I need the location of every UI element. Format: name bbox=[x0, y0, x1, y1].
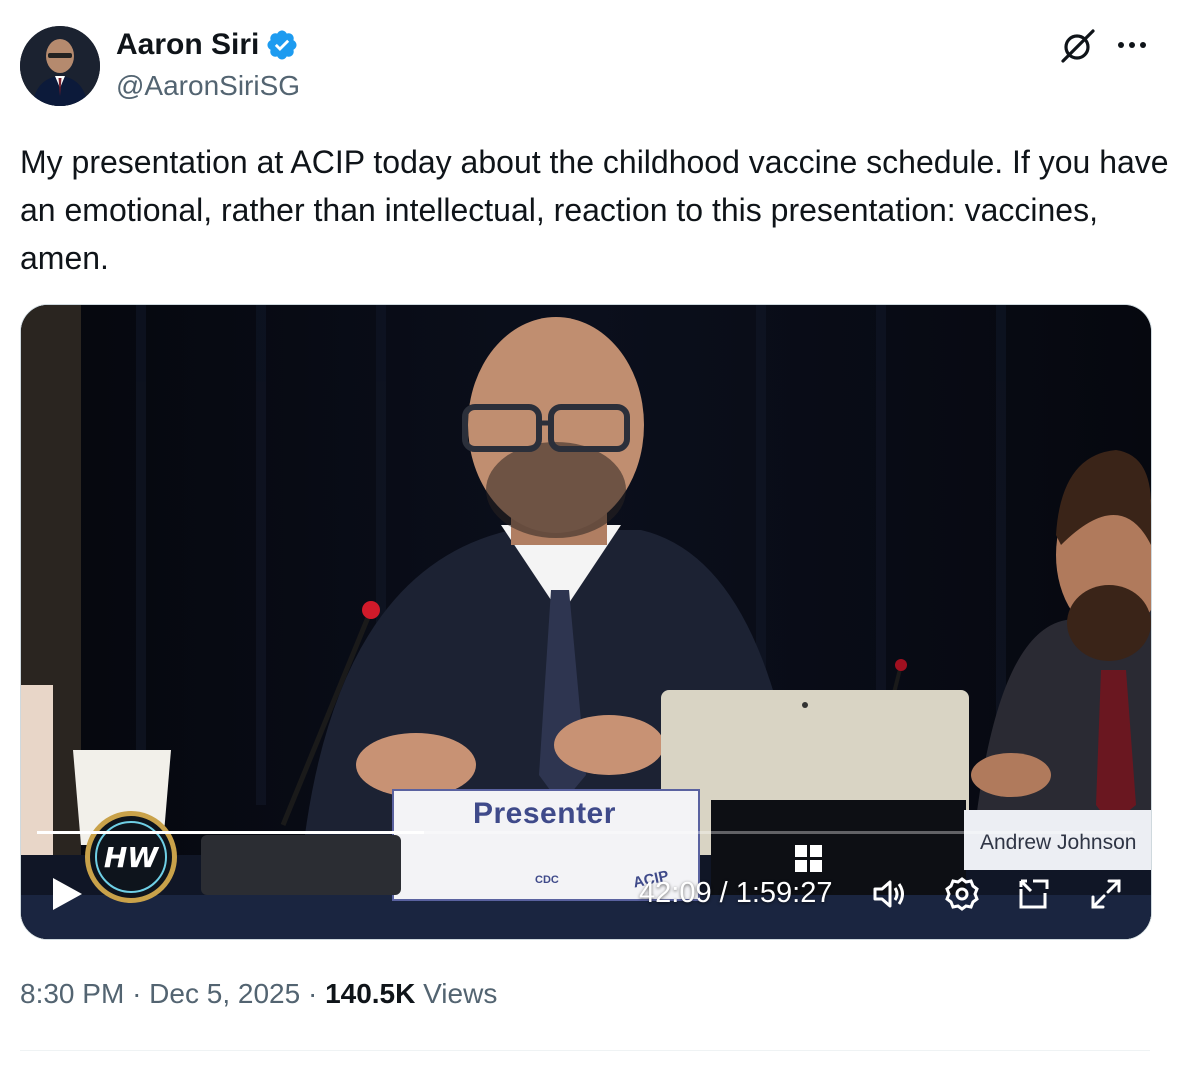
nameplate-text: Andrew Johnson bbox=[980, 831, 1137, 854]
tweet-text: My presentation at ACIP today about the … bbox=[20, 144, 1169, 276]
tweet-meta: 8:30 PM · Dec 5, 2025 · 140.5K Views bbox=[20, 978, 497, 1010]
author-avatar[interactable] bbox=[20, 26, 100, 106]
fullscreen-icon[interactable] bbox=[1087, 875, 1125, 913]
author-display-name[interactable]: Aaron Siri bbox=[116, 28, 299, 62]
divider bbox=[20, 1050, 1150, 1051]
volume-icon[interactable] bbox=[871, 875, 909, 913]
views-label: Views bbox=[423, 978, 498, 1009]
meta-separator: · bbox=[132, 978, 142, 1009]
meta-separator: · bbox=[307, 978, 318, 1009]
time-readout: 42:09 / 1:59:27 bbox=[639, 877, 833, 909]
play-icon[interactable] bbox=[49, 875, 85, 913]
tweet-time[interactable]: 8:30 PM bbox=[20, 978, 124, 1009]
author-handle[interactable]: @AaronSiriSG bbox=[116, 70, 300, 102]
pip-icon[interactable] bbox=[1015, 875, 1053, 913]
tweet-date[interactable]: Dec 5, 2025 bbox=[149, 978, 300, 1009]
video-progress-bar[interactable] bbox=[37, 831, 1133, 834]
cdc-mark: CDC bbox=[535, 874, 559, 886]
verified-badge-icon bbox=[265, 28, 299, 62]
video-player[interactable]: Presenter CDC ACIP Andrew Johnson HW 42:… bbox=[20, 304, 1152, 940]
presenter-sign-text: Presenter bbox=[473, 797, 616, 830]
video-progress-fill bbox=[37, 831, 424, 834]
views-count: 140.5K bbox=[325, 978, 416, 1009]
display-name-text: Aaron Siri bbox=[116, 28, 260, 61]
channel-logo: HW bbox=[85, 811, 177, 903]
settings-icon[interactable] bbox=[943, 875, 981, 913]
more-options-icon[interactable] bbox=[1114, 30, 1150, 62]
grok-icon[interactable] bbox=[1058, 26, 1098, 66]
